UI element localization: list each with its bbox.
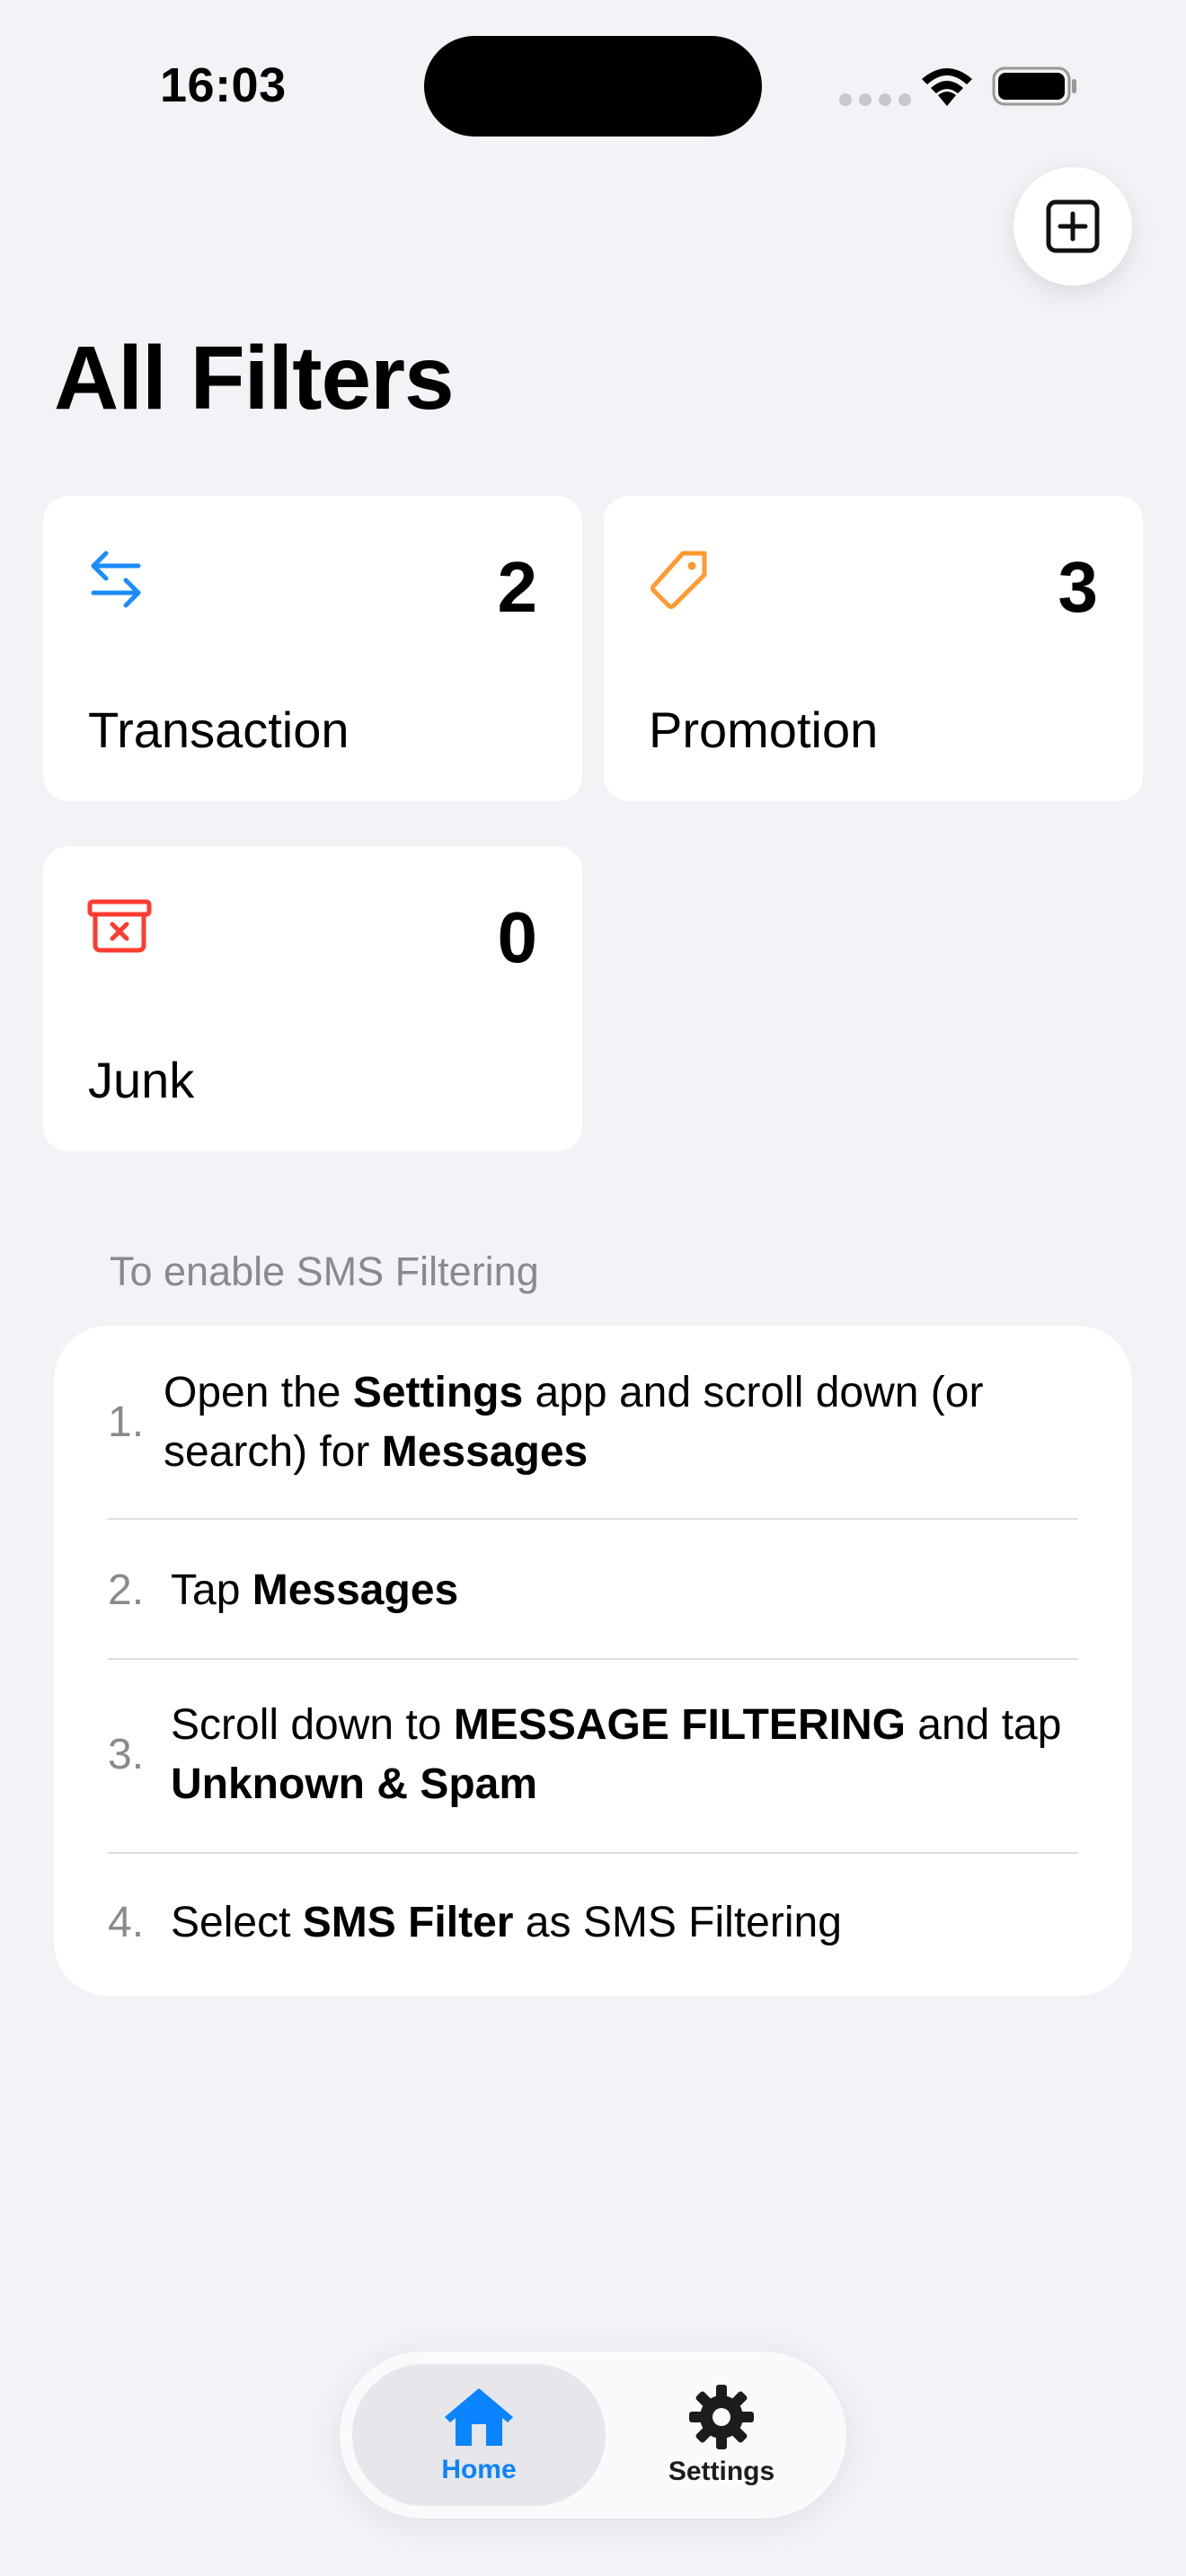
tab-home[interactable]: Home — [352, 2351, 606, 2519]
instruction-step-3: 3. Scroll down to MESSAGE FILTERING and … — [108, 1696, 1078, 1814]
instructions-header: To enable SMS Filtering — [110, 1248, 539, 1294]
step-text: Tap Messages — [171, 1566, 459, 1614]
instruction-step-2: 2. Tap Messages — [108, 1561, 1078, 1620]
tab-bar: Home Settings — [340, 2351, 846, 2519]
divider — [108, 1518, 1078, 1520]
instruction-step-4: 4. Select SMS Filter as SMS Filtering — [108, 1893, 1078, 1953]
tab-label: Settings — [668, 2457, 775, 2486]
battery-icon — [992, 66, 1076, 106]
filter-label: Transaction — [88, 701, 350, 758]
filter-card-junk[interactable]: 0 Junk — [43, 846, 582, 1151]
filter-count: 2 — [497, 547, 538, 627]
step-text: Select SMS Filter as SMS Filtering — [171, 1899, 842, 1946]
arrows-left-right-icon — [91, 551, 141, 608]
cellular-signal-icon — [839, 93, 911, 106]
wifi-icon — [922, 68, 972, 106]
filter-count: 0 — [497, 897, 538, 977]
gear-icon — [689, 2385, 754, 2449]
filter-label: Promotion — [649, 701, 879, 758]
divider — [108, 1852, 1078, 1854]
step-text: Scroll down to MESSAGE FILTERING and tap… — [171, 1701, 1062, 1808]
page-title: All Filters — [54, 328, 455, 428]
filter-card-promotion[interactable]: 3 Promotion — [604, 496, 1143, 801]
house-icon — [445, 2388, 513, 2446]
tab-settings[interactable]: Settings — [609, 2351, 834, 2519]
screen: 16:03 All Filters 2 Transaction 3 Promot… — [0, 0, 1186, 2576]
status-time: 16:03 — [160, 58, 287, 112]
step-number: 3. — [108, 1731, 145, 1778]
tab-label: Home — [441, 2455, 517, 2484]
step-number: 4. — [108, 1899, 145, 1946]
divider — [108, 1658, 1078, 1660]
step-number: 1. — [108, 1398, 145, 1446]
instructions-list: 1. Open the Settings app and scroll down… — [54, 1326, 1132, 1996]
filter-count: 3 — [1058, 547, 1099, 627]
tag-icon — [651, 551, 707, 609]
step-text: Open the Settings app and scroll down (o… — [164, 1369, 984, 1476]
step-number: 2. — [108, 1566, 145, 1614]
filter-label: Junk — [88, 1052, 195, 1108]
filter-card-transaction[interactable]: 2 Transaction — [43, 496, 582, 801]
add-filter-button[interactable] — [1013, 167, 1132, 286]
trash-x-icon — [87, 899, 152, 953]
plus-square-icon — [1046, 199, 1100, 253]
instruction-step-1: 1. Open the Settings app and scroll down… — [108, 1363, 1078, 1482]
dynamic-island — [424, 36, 762, 137]
